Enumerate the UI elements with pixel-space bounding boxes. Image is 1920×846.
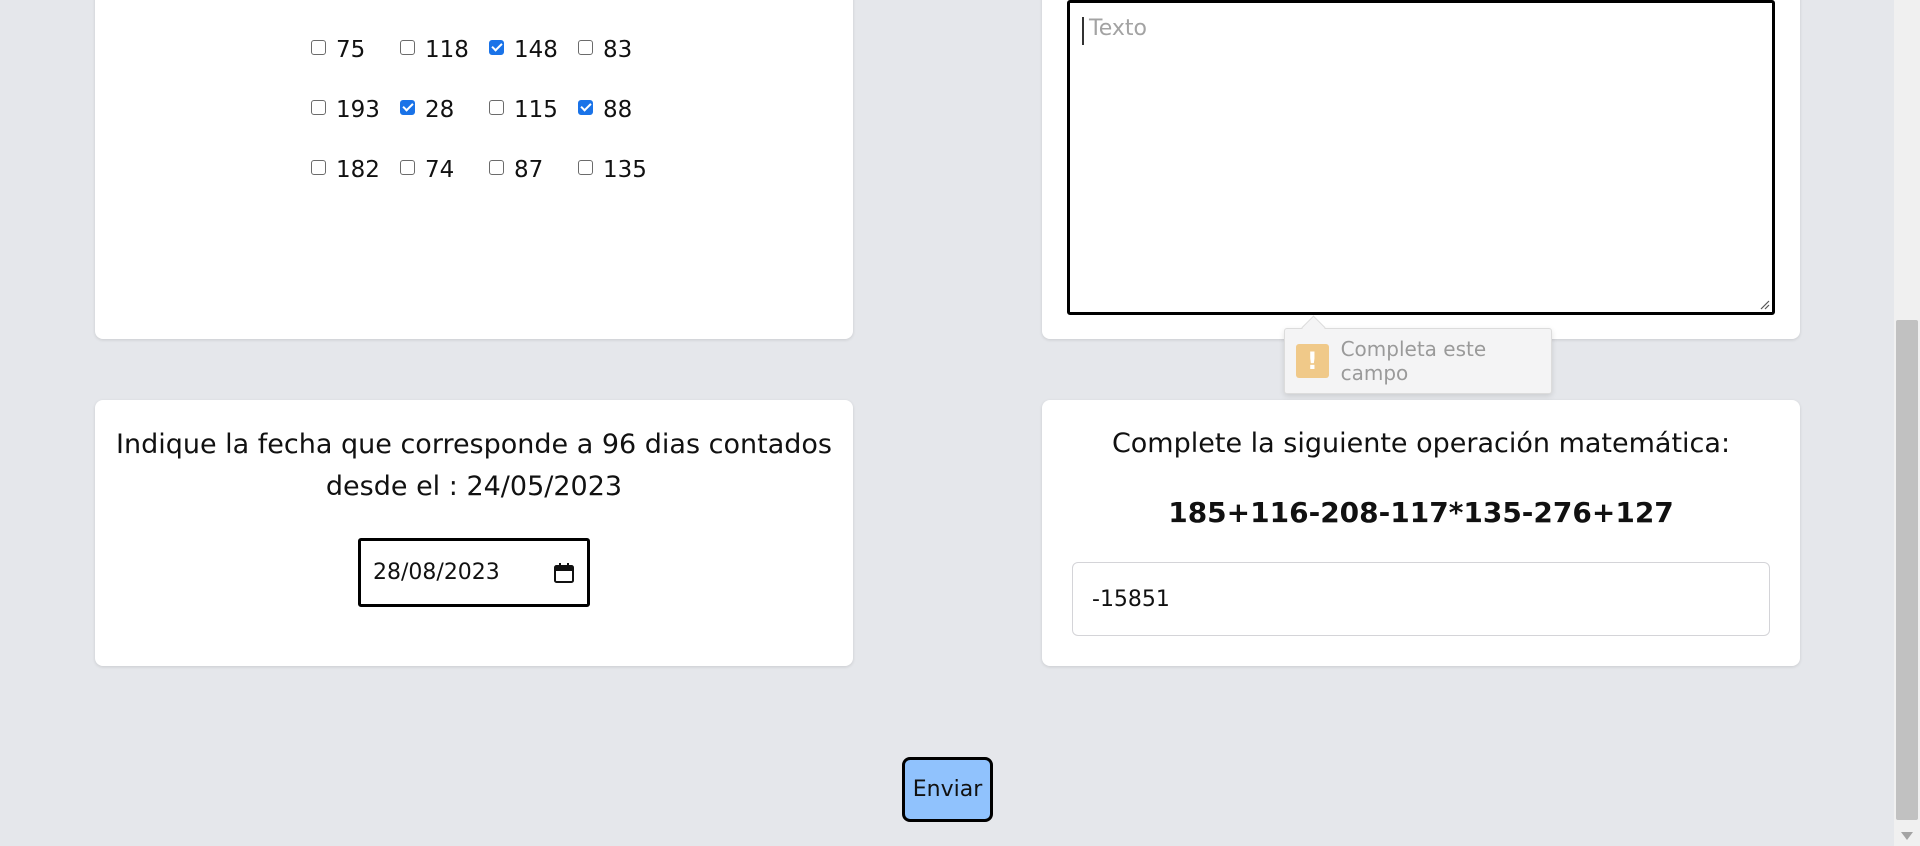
checkbox-label: 115 xyxy=(514,97,558,123)
page-scrollbar[interactable] xyxy=(1894,0,1920,846)
text-question-card: Texto xyxy=(1042,0,1800,339)
checkbox[interactable] xyxy=(578,160,593,175)
checkbox-option[interactable]: 115 xyxy=(487,96,576,156)
checkbox-label: 28 xyxy=(425,97,455,123)
math-expression: 185+116-208-117*135-276+127 xyxy=(1168,496,1674,529)
checkbox[interactable] xyxy=(489,40,504,55)
scrollbar-thumb[interactable] xyxy=(1896,320,1918,820)
checkbox-label: 135 xyxy=(603,157,647,183)
scroll-down-arrow-icon[interactable] xyxy=(1901,832,1913,840)
checkbox-option[interactable]: 83 xyxy=(576,36,665,96)
checkbox-row: 193 28 115 88 xyxy=(309,96,665,156)
date-input[interactable]: 28/08/2023 xyxy=(358,538,590,607)
checkbox-label: 182 xyxy=(336,157,380,183)
date-question-line2: desde el : 24/05/2023 xyxy=(325,471,623,502)
checkbox-option[interactable]: 135 xyxy=(576,156,665,216)
submit-button[interactable]: Enviar xyxy=(902,757,993,822)
checkbox[interactable] xyxy=(311,160,326,175)
checkbox-option[interactable]: 74 xyxy=(398,156,487,216)
validation-tooltip: ! Completa este campo xyxy=(1284,328,1552,394)
checkbox[interactable] xyxy=(400,100,415,115)
checkbox-option[interactable]: 87 xyxy=(487,156,576,216)
math-answer-value: -15851 xyxy=(1092,586,1170,612)
checkbox[interactable] xyxy=(400,160,415,175)
checkbox[interactable] xyxy=(311,40,326,55)
checkbox[interactable] xyxy=(578,40,593,55)
math-question-card: Complete la siguiente operación matemáti… xyxy=(1042,400,1800,666)
checkbox[interactable] xyxy=(489,160,504,175)
checkbox-question-card: 75 118 148 83 193 28 115 88 182 74 87 13… xyxy=(95,0,853,339)
checkbox-label: 75 xyxy=(336,37,366,63)
checkbox-option[interactable]: 88 xyxy=(576,96,665,156)
checkbox[interactable] xyxy=(400,40,415,55)
calendar-icon[interactable] xyxy=(553,562,575,584)
checkbox-row: 182 74 87 135 xyxy=(309,156,665,216)
checkbox-option[interactable]: 182 xyxy=(309,156,398,216)
validation-message: Completa este campo xyxy=(1340,337,1487,385)
checkbox-row: 75 118 148 83 xyxy=(309,36,665,96)
date-question-text: Indique la fecha que corresponde a 96 di… xyxy=(115,424,833,508)
checkbox-label: 87 xyxy=(514,157,544,183)
checkbox[interactable] xyxy=(489,100,504,115)
text-caret xyxy=(1082,17,1084,45)
checkbox-label: 118 xyxy=(425,37,469,63)
textarea-placeholder: Texto xyxy=(1089,16,1147,41)
checkbox[interactable] xyxy=(578,100,593,115)
date-question-line1: Indique la fecha que corresponde a 96 di… xyxy=(116,429,832,460)
checkbox-label: 74 xyxy=(425,157,455,183)
warning-icon: ! xyxy=(1296,344,1329,378)
resize-handle-icon[interactable] xyxy=(1758,298,1770,310)
checkbox-grid: 75 118 148 83 193 28 115 88 182 74 87 13… xyxy=(309,36,665,216)
checkbox-label: 193 xyxy=(336,97,380,123)
checkbox-option[interactable]: 28 xyxy=(398,96,487,156)
math-answer-input[interactable]: -15851 xyxy=(1072,562,1770,636)
math-question-title: Complete la siguiente operación matemáti… xyxy=(1111,428,1731,459)
checkbox-option[interactable]: 193 xyxy=(309,96,398,156)
answer-textarea[interactable]: Texto xyxy=(1067,0,1775,315)
checkbox-label: 83 xyxy=(603,37,633,63)
checkbox-label: 88 xyxy=(603,97,633,123)
date-question-card: Indique la fecha que corresponde a 96 di… xyxy=(95,400,853,666)
checkbox-option[interactable]: 75 xyxy=(309,36,398,96)
checkbox-label: 148 xyxy=(514,37,558,63)
checkbox[interactable] xyxy=(311,100,326,115)
checkbox-option[interactable]: 148 xyxy=(487,36,576,96)
checkbox-option[interactable]: 118 xyxy=(398,36,487,96)
date-value: 28/08/2023 xyxy=(373,560,500,585)
